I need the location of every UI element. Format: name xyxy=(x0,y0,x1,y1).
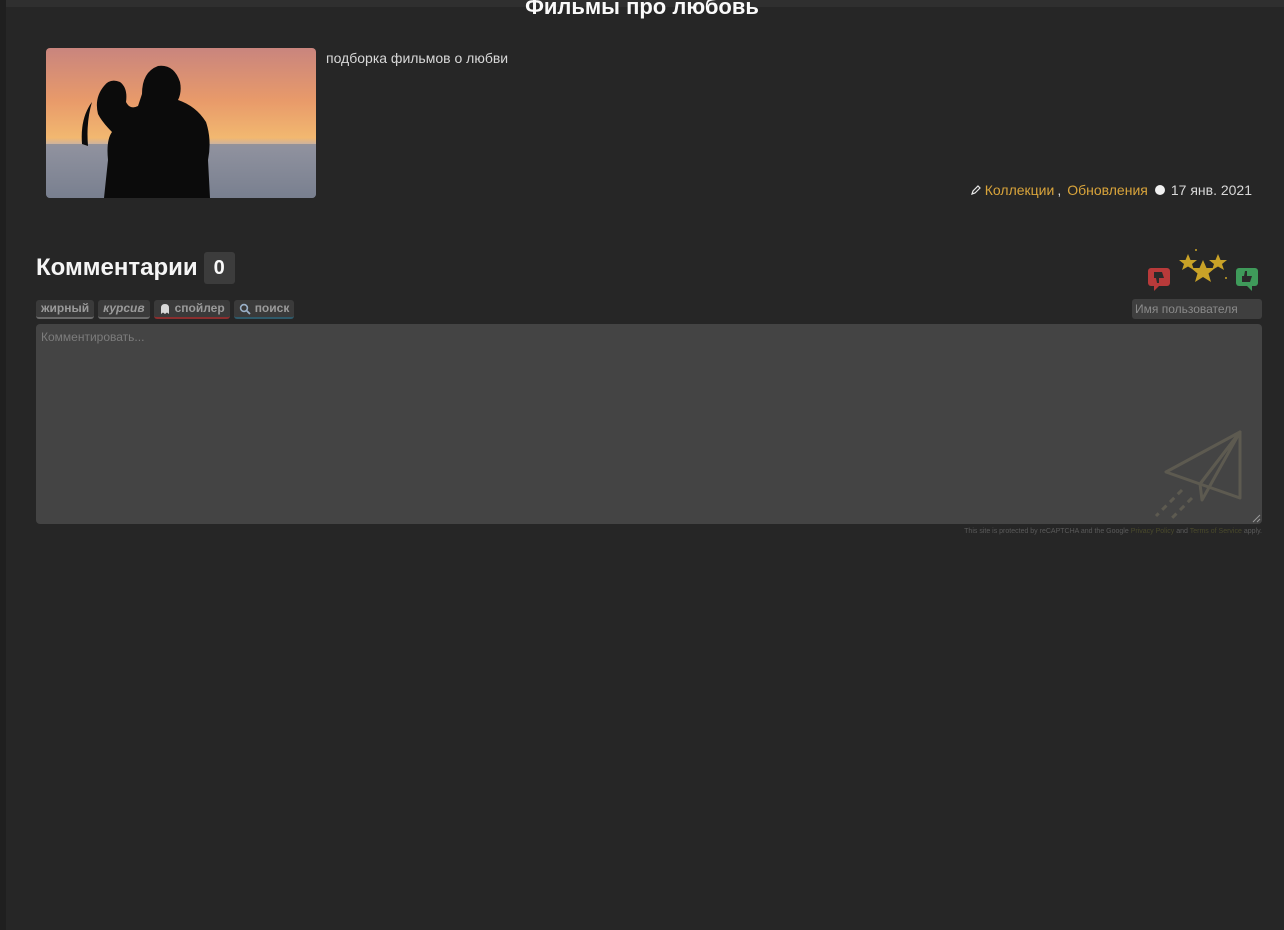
comment-textarea[interactable] xyxy=(36,324,1262,524)
comments-header: Комментарии 0 xyxy=(36,252,235,284)
thumbs-down-icon[interactable] xyxy=(1146,266,1172,292)
thumbs-up-icon[interactable] xyxy=(1234,266,1260,292)
privacy-policy-link[interactable]: Privacy Policy xyxy=(1131,528,1175,535)
couple-sunset-image xyxy=(46,48,316,198)
pencil-icon xyxy=(970,185,981,195)
paper-plane-icon[interactable] xyxy=(1152,428,1244,520)
stars-icon[interactable] xyxy=(1174,248,1232,292)
article-date: 17 янв. 2021 xyxy=(1170,182,1252,198)
username-input[interactable] xyxy=(1132,299,1262,319)
spoiler-label: спойлер xyxy=(174,301,225,315)
article-thumbnail[interactable] xyxy=(46,48,316,198)
comments-count-badge: 0 xyxy=(203,252,235,284)
article-meta: Коллекции , Обновления 17 янв. 2021 xyxy=(970,182,1252,198)
rating-widget xyxy=(1144,248,1264,296)
comments-title: Комментарии xyxy=(36,254,198,281)
article-description: подборка фильмов о любви xyxy=(326,50,509,66)
bold-button[interactable]: жирный xyxy=(36,300,95,319)
ghost-icon xyxy=(160,303,169,314)
magnifier-icon xyxy=(239,303,251,315)
italic-button[interactable]: курсив xyxy=(98,300,150,319)
category-separator: , xyxy=(1057,182,1062,198)
terms-of-service-link[interactable]: Terms of Service xyxy=(1190,528,1242,535)
recaptcha-suffix: apply. xyxy=(1243,528,1262,535)
comment-toolbar: жирный курсив спойлер поиск xyxy=(36,300,295,319)
category-link-updates[interactable]: Обновления xyxy=(1067,182,1148,198)
left-edge xyxy=(0,0,6,930)
page-title: Фильмы про любовь xyxy=(525,0,759,19)
search-button[interactable]: поиск xyxy=(233,300,295,319)
clock-icon xyxy=(1154,185,1165,195)
recaptcha-notice: This site is protected by reCAPTCHA and … xyxy=(964,528,1262,535)
resize-handle-icon[interactable] xyxy=(1252,514,1261,523)
category-link-collections[interactable]: Коллекции xyxy=(985,182,1055,198)
recaptcha-prefix: This site is protected by reCAPTCHA and … xyxy=(964,528,1129,535)
spoiler-button[interactable]: спойлер xyxy=(153,300,230,319)
search-label: поиск xyxy=(254,301,290,315)
recaptcha-and: and xyxy=(1176,528,1188,535)
